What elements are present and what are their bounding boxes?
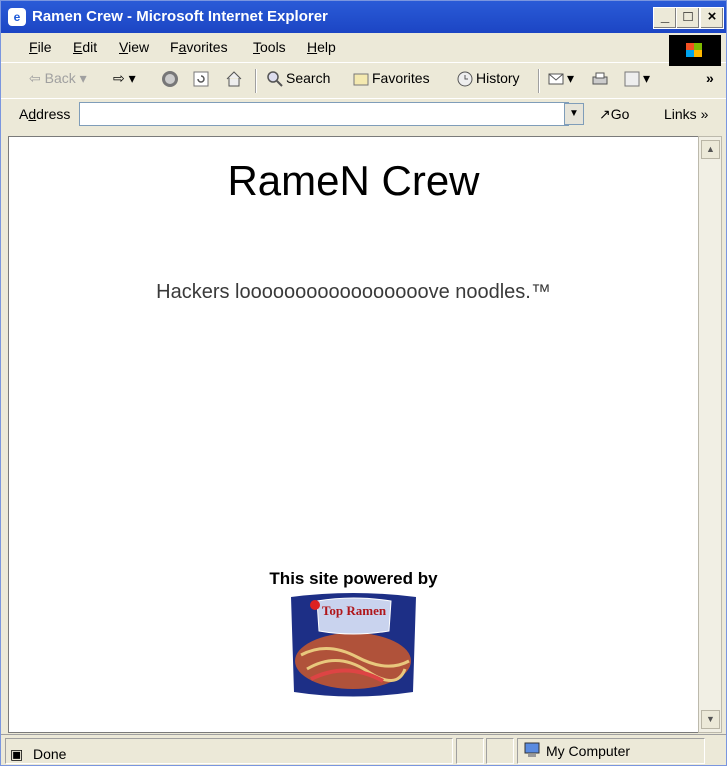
forward-arrow-icon: ⇨ ▾ <box>113 70 136 86</box>
page-status-icon: ▣ <box>10 746 24 762</box>
links-button[interactable]: Links » <box>664 106 708 122</box>
page-tagline: Hackers looooooooooooooooove noodles.™ <box>156 281 551 303</box>
stop-icon <box>162 71 178 88</box>
menu-bar: File Edit View Favorites Tools Help <box>1 33 726 63</box>
toolbar-separator <box>538 69 539 93</box>
status-text: Done <box>33 746 67 762</box>
mail-button[interactable]: ▾ <box>547 70 574 92</box>
address-bar: Address ▼ ↗Go Links » <box>1 98 726 131</box>
favorites-icon <box>353 73 369 86</box>
address-input[interactable] <box>79 102 569 126</box>
close-button[interactable]: × <box>700 7 724 29</box>
address-dropdown-arrow-icon[interactable]: ▼ <box>564 103 584 125</box>
toolbar-overflow-chevron-icon[interactable]: » <box>706 70 714 92</box>
zone-text: My Computer <box>546 743 631 759</box>
page-title: RameN Crew <box>227 157 480 204</box>
ramen-brand-text: Top Ramen <box>322 603 387 618</box>
favorites-button[interactable]: Favorites <box>352 70 430 92</box>
vertical-scrollbar[interactable]: ▲ ▼ <box>698 136 722 733</box>
toolbar-separator <box>255 69 256 93</box>
home-icon <box>226 71 242 87</box>
top-ramen-package-image: Top Ramen <box>291 593 416 697</box>
scroll-up-arrow-icon[interactable]: ▲ <box>701 140 720 159</box>
edit-page-icon <box>624 71 640 87</box>
internet-explorer-icon: e <box>8 8 26 26</box>
menu-file[interactable]: File <box>29 39 52 55</box>
status-pane <box>456 738 484 764</box>
mail-icon <box>548 73 564 85</box>
minimize-button[interactable]: _ <box>653 7 677 29</box>
page-content: RameN Crew Hackers looooooooooooooooove … <box>8 136 699 733</box>
standard-toolbar: ⇦ Back ▾ ⇨ ▾ Search Favorites History ▾ <box>1 62 726 99</box>
menu-tools[interactable]: Tools <box>253 39 286 55</box>
refresh-button[interactable] <box>192 70 212 92</box>
status-pane <box>486 738 514 764</box>
back-button[interactable]: ⇦ Back ▾ <box>29 70 87 92</box>
browser-window: e Ramen Crew - Microsoft Internet Explor… <box>0 0 727 766</box>
refresh-icon <box>193 71 209 87</box>
go-arrow-icon: ↗ <box>599 106 611 122</box>
my-computer-icon <box>524 742 540 757</box>
title-bar[interactable]: e Ramen Crew - Microsoft Internet Explor… <box>1 1 726 33</box>
print-icon <box>592 72 608 85</box>
forward-button[interactable]: ⇨ ▾ <box>113 70 136 92</box>
search-icon <box>267 71 283 88</box>
menu-favorites[interactable]: Favorites <box>170 39 228 55</box>
maximize-button[interactable]: □ <box>676 7 700 29</box>
status-bar: ▣ Done My Computer <box>1 734 726 766</box>
back-arrow-icon: ⇦ <box>29 70 45 86</box>
history-icon <box>457 71 473 87</box>
status-main-pane: ▣ Done <box>5 738 453 764</box>
menu-edit[interactable]: Edit <box>73 39 97 55</box>
menu-help[interactable]: Help <box>307 39 336 55</box>
menu-view[interactable]: View <box>119 39 149 55</box>
edit-button[interactable]: ▾ <box>623 70 650 92</box>
search-button[interactable]: Search <box>266 70 330 92</box>
print-button[interactable] <box>591 70 611 92</box>
window-title: Ramen Crew - Microsoft Internet Explorer <box>32 8 328 25</box>
windows-flag-icon <box>686 43 702 57</box>
scroll-down-arrow-icon[interactable]: ▼ <box>701 710 720 729</box>
go-button[interactable]: ↗Go <box>599 106 629 123</box>
zone-pane: My Computer <box>517 738 705 764</box>
stop-button[interactable] <box>161 70 181 92</box>
home-button[interactable] <box>225 70 245 92</box>
address-label: Address <box>19 106 71 122</box>
powered-by-label: This site powered by <box>269 569 438 588</box>
history-button[interactable]: History <box>456 70 520 92</box>
